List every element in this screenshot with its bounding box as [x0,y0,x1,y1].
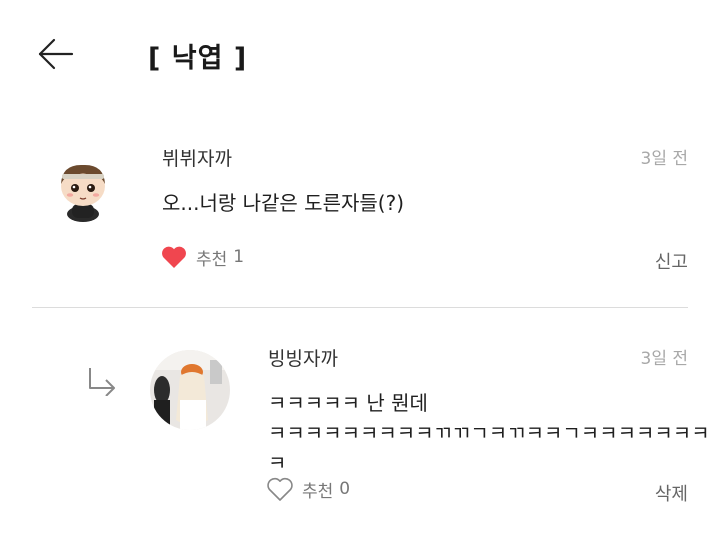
report-button[interactable]: 신고 [655,248,688,274]
like-label: 추천 [196,249,228,270]
comment-timestamp: 3일 전 [640,349,689,369]
like-count: 1 [233,247,245,267]
page-title: [ 낙엽 ] [148,43,248,74]
divider [32,307,688,308]
heart-filled-icon[interactable] [160,244,188,270]
like-control[interactable]: 추천 0 [266,476,350,502]
heart-outline-icon[interactable] [266,476,294,502]
comment-text-line: ㅋㅋㅋㅋㅋㅋㅋㅋㅋㄲㄲㄱㅋㄲㅋㅋㄱㅋㅋㅋㅋㅋㅋㅋㅋ [268,421,710,475]
reply-comment-item: 빙빙자까 3일 전 ㅋㅋㅋㅋㅋ 난 뭔데 ㅋㅋㅋㅋㅋㅋㅋㅋㅋㄲㄲㄱㅋㄲㅋㅋㄱㅋㅋ… [0,330,720,530]
comment-item: 뷔뷔자까 3일 전 오...너랑 나같은 도른자들(?) 추천 1 신고 [0,130,720,300]
like-control[interactable]: 추천 1 [160,244,244,270]
comment-timestamp: 3일 전 [640,149,689,169]
avatar[interactable] [150,350,230,430]
back-button[interactable] [34,34,76,74]
delete-button[interactable]: 삭제 [655,480,688,506]
like-label: 추천 [302,481,334,502]
like-count: 0 [339,479,351,499]
chibi-avatar-image [61,164,105,222]
avatar[interactable] [52,160,114,222]
comment-author[interactable]: 뷔뷔자까 [162,144,232,171]
comment-text: ㅋㅋㅋㅋㅋ 난 뭔데 ㅋㅋㅋㅋㅋㅋㅋㅋㅋㄲㄲㄱㅋㄲㅋㅋㄱㅋㅋㅋㅋㅋㅋㅋㅋ [268,388,720,478]
header: [ 낙엽 ] [0,0,720,110]
arrow-left-icon [38,38,74,70]
reply-arrow-icon [89,368,115,396]
profile-photo-image [150,350,230,430]
comment-text: 오...너랑 나같은 도른자들(?) [162,191,405,215]
comment-author[interactable]: 빙빙자까 [268,344,338,371]
comment-text-line: ㅋㅋㅋㅋㅋ 난 뭔데 [268,391,428,415]
